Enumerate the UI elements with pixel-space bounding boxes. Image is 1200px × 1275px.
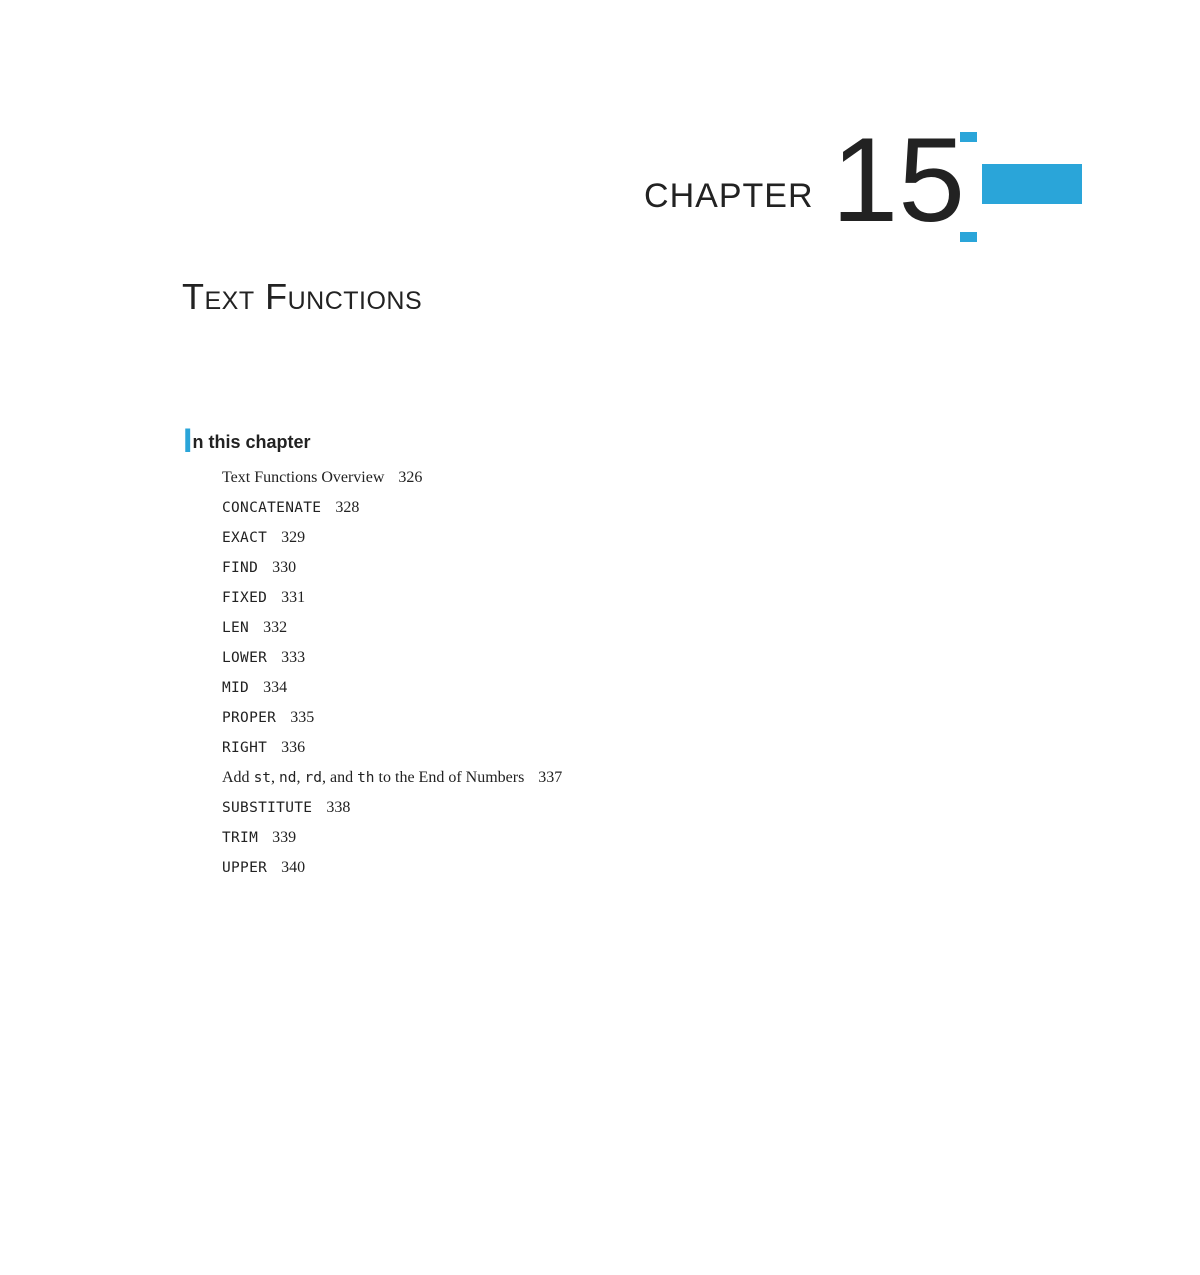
toc-item: CONCATENATE 328 bbox=[222, 500, 562, 516]
toc-item: FIND 330 bbox=[222, 560, 562, 576]
chapter-header: CHAPTER 15 bbox=[644, 120, 965, 240]
toc-label: MID bbox=[222, 680, 249, 696]
toc-item: LEN 332 bbox=[222, 620, 562, 636]
toc-item: RIGHT 336 bbox=[222, 740, 562, 756]
toc-page-number: 331 bbox=[281, 589, 305, 606]
toc-label: LEN bbox=[222, 620, 249, 636]
toc-label: FIXED bbox=[222, 590, 267, 606]
toc-item: EXACT 329 bbox=[222, 530, 562, 546]
toc-label-part: st bbox=[254, 770, 271, 786]
toc-item: FIXED 331 bbox=[222, 590, 562, 606]
chapter-label: CHAPTER bbox=[644, 177, 813, 240]
toc-item: LOWER 333 bbox=[222, 650, 562, 666]
chapter-title: Text Functions bbox=[182, 276, 422, 318]
toc-page-number: 336 bbox=[281, 739, 305, 756]
toc-label: EXACT bbox=[222, 530, 267, 546]
toc-page-number: 334 bbox=[263, 679, 287, 696]
toc-label: UPPER bbox=[222, 860, 267, 876]
chapter-number: 15 bbox=[832, 120, 965, 240]
toc-page-number: 339 bbox=[272, 829, 296, 846]
toc-label-part: Add bbox=[222, 769, 254, 786]
toc-page-number: 330 bbox=[272, 559, 296, 576]
toc-page-number: 326 bbox=[398, 469, 422, 486]
toc-label: CONCATENATE bbox=[222, 500, 321, 516]
toc-item: UPPER 340 bbox=[222, 860, 562, 876]
in-this-chapter-heading: In this chapter bbox=[183, 422, 310, 461]
in-this-chapter-text: n this chapter bbox=[192, 432, 310, 452]
toc-label: LOWER bbox=[222, 650, 267, 666]
toc-item: SUBSTITUTE 338 bbox=[222, 800, 562, 816]
toc-page-number: 340 bbox=[281, 859, 305, 876]
toc-label: FIND bbox=[222, 560, 258, 576]
decoration-bar bbox=[982, 164, 1082, 204]
toc-item: MID 334 bbox=[222, 680, 562, 696]
toc-label: TRIM bbox=[222, 830, 258, 846]
toc-label-part: , and bbox=[322, 769, 357, 786]
toc-label-part: nd bbox=[279, 770, 296, 786]
toc-label: RIGHT bbox=[222, 740, 267, 756]
toc-label-part: , bbox=[271, 769, 279, 786]
toc-label: Text Functions Overview bbox=[222, 469, 384, 486]
toc-item: Add st, nd, rd, and th to the End of Num… bbox=[222, 770, 562, 786]
toc-item: PROPER 335 bbox=[222, 710, 562, 726]
toc-page-number: 335 bbox=[290, 709, 314, 726]
toc-item: Text Functions Overview 326 bbox=[222, 470, 562, 486]
toc-page-number: 332 bbox=[263, 619, 287, 636]
toc-label: PROPER bbox=[222, 710, 276, 726]
toc-label-part: , bbox=[297, 769, 305, 786]
page: CHAPTER 15 Text Functions In this chapte… bbox=[0, 0, 1200, 1275]
toc-label-part: rd bbox=[305, 770, 322, 786]
toc-label: Add st, nd, rd, and th to the End of Num… bbox=[222, 769, 524, 786]
toc-page-number: 329 bbox=[281, 529, 305, 546]
toc-label-part: to the End of Numbers bbox=[375, 769, 525, 786]
toc-page-number: 337 bbox=[538, 769, 562, 786]
toc-page-number: 338 bbox=[326, 799, 350, 816]
toc-label-part: th bbox=[357, 770, 374, 786]
table-of-contents: Text Functions Overview 326 CONCATENATE 328… bbox=[222, 470, 562, 890]
toc-page-number: 328 bbox=[335, 499, 359, 516]
toc-page-number: 333 bbox=[281, 649, 305, 666]
toc-label: SUBSTITUTE bbox=[222, 800, 312, 816]
toc-item: TRIM 339 bbox=[222, 830, 562, 846]
